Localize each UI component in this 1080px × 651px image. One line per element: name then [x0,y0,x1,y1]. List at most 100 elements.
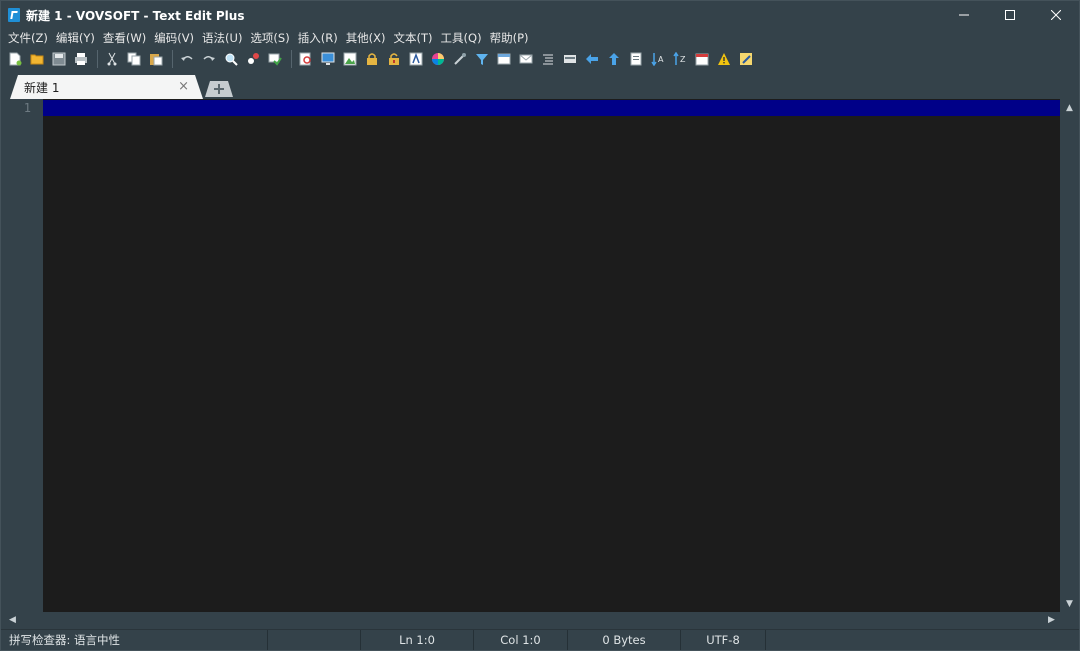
new-file-button[interactable] [6,50,24,68]
find-button[interactable] [222,50,240,68]
edit-icon [740,53,752,65]
undo-button[interactable] [178,50,196,68]
eyedropper-button[interactable] [451,50,469,68]
scroll-up-icon[interactable]: ▲ [1060,101,1079,115]
sort-az-icon: A [651,53,664,66]
paste-button[interactable] [147,50,165,68]
line-status: Ln 1:0 [361,630,474,650]
unlock-button[interactable] [385,50,403,68]
up-button[interactable] [605,50,623,68]
size-status: 0 Bytes [568,630,681,650]
editor-area: 1 ▲ ▼ [1,99,1079,614]
minimize-button[interactable] [941,1,987,29]
menu-edit[interactable]: 编辑(Y) [52,29,99,47]
spell-check-status[interactable]: 拼写检查器: 语言中性 [1,630,268,650]
scroll-down-icon[interactable]: ▼ [1060,597,1079,611]
scroll-right-icon[interactable]: ▶ [1042,613,1061,627]
svg-text:A: A [658,55,664,64]
window-title: 新建 1 - VOVSOFT - Text Edit Plus [26,8,245,23]
sort-az-button[interactable]: A [649,50,667,68]
find-icon [225,53,238,66]
document-icon [630,52,642,66]
minimize-icon [959,14,969,16]
tab-document-1[interactable]: 新建 1 × [10,75,203,99]
menu-other[interactable]: 其他(X) [342,29,390,47]
sort-za-button[interactable]: Z [671,50,689,68]
menu-file[interactable]: 文件(Z) [4,29,52,47]
close-window-button[interactable] [1033,1,1079,29]
paste-icon [150,54,163,66]
lock-button[interactable] [363,50,381,68]
print-button[interactable] [72,50,90,68]
mail-button[interactable] [517,50,535,68]
color-picker-icon [432,53,444,65]
horizontal-scrollbar[interactable]: ◀ ▶ [1,613,1060,628]
column-status: Col 1:0 [474,630,568,650]
calendar-button[interactable] [693,50,711,68]
window-controls [941,1,1079,29]
replace-button[interactable] [244,50,262,68]
text-editor[interactable] [43,99,1060,612]
menu-view[interactable]: 查看(W) [99,29,150,47]
status-bar: 拼写检查器: 语言中性 Ln 1:0 Col 1:0 0 Bytes UTF-8 [1,629,1079,650]
list-button[interactable] [539,50,557,68]
list-icon [543,54,553,65]
spell-check-button[interactable] [266,50,284,68]
back-button[interactable] [583,50,601,68]
table-icon [497,53,511,65]
line-number: 1 [23,101,31,115]
print-icon [75,53,87,65]
menu-syntax[interactable]: 语法(U) [198,29,246,47]
font-button[interactable] [407,50,425,68]
find-in-files-button[interactable] [297,50,315,68]
tab-label: 新建 1 [24,80,60,95]
menu-insert[interactable]: 插入(R) [294,29,342,47]
cut-button[interactable] [103,50,121,68]
new-tab-button[interactable] [205,81,233,97]
save-icon [52,52,66,66]
spell-check-icon [268,53,282,66]
open-button[interactable] [28,50,46,68]
menu-options[interactable]: 选项(S) [246,29,293,47]
cut-icon [107,52,117,66]
filter-icon [476,54,488,65]
tab-close-icon[interactable]: × [178,80,189,94]
scroll-left-icon[interactable]: ◀ [3,613,22,627]
menu-text[interactable]: 文本(T) [390,29,437,47]
image-button[interactable] [341,50,359,68]
monitor-button[interactable] [319,50,337,68]
replace-icon [248,53,259,64]
toolbar-separator [291,50,292,68]
menu-bar: 文件(Z) 编辑(Y) 查看(W) 编码(V) 语法(U) 选项(S) 插入(R… [1,29,1079,47]
plus-icon [214,84,224,94]
close-icon [1051,10,1061,20]
new-file-icon [9,52,22,66]
maximize-button[interactable] [987,1,1033,29]
color-picker-button[interactable] [429,50,447,68]
redo-icon [203,56,215,61]
form-button[interactable] [561,50,579,68]
title-bar[interactable]: 新建 1 - VOVSOFT - Text Edit Plus [1,1,1079,29]
font-icon [409,52,423,66]
menu-tools[interactable]: 工具(Q) [437,29,486,47]
save-button[interactable] [50,50,68,68]
vertical-scrollbar[interactable]: ▲ ▼ [1060,99,1079,612]
form-icon [564,55,576,63]
encoding-status[interactable]: UTF-8 [681,630,766,650]
warning-button[interactable] [715,50,733,68]
unlock-icon [389,53,399,65]
copy-icon [127,52,141,66]
current-line-highlight [43,100,1060,116]
table-button[interactable] [495,50,513,68]
image-icon [343,52,357,66]
redo-button[interactable] [200,50,218,68]
copy-button[interactable] [125,50,143,68]
menu-encoding[interactable]: 编码(V) [150,29,198,47]
warning-icon [718,53,730,65]
document-button[interactable] [627,50,645,68]
menu-help[interactable]: 帮助(P) [486,29,533,47]
filter-button[interactable] [473,50,491,68]
toolbar: A Z [1,48,1079,70]
mail-icon [519,54,533,64]
edit-button[interactable] [737,50,755,68]
